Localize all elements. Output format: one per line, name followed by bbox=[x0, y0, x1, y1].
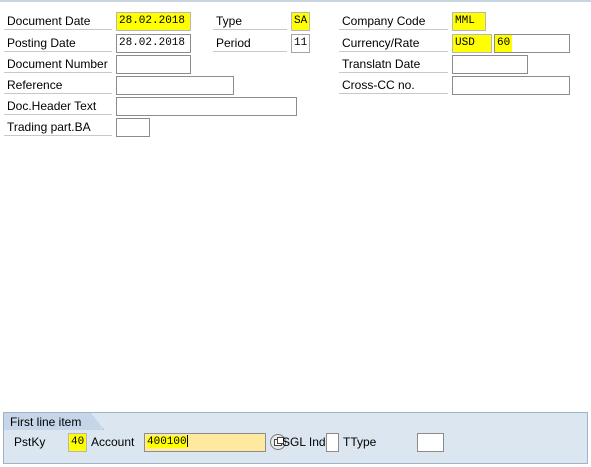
pstky-label: PstKy bbox=[14, 435, 46, 449]
rate-field[interactable]: 60 bbox=[495, 35, 513, 52]
company-code-field[interactable]: MML bbox=[452, 12, 486, 31]
translatn-date-field[interactable] bbox=[452, 55, 528, 74]
first-line-item-title: First line item bbox=[3, 412, 104, 430]
cross-cc-no-field[interactable] bbox=[452, 76, 570, 95]
translatn-date-label: Translatn Date bbox=[339, 56, 448, 73]
posting-date-label: Posting Date bbox=[4, 35, 112, 52]
sgl-ind-label: SGL Ind bbox=[282, 435, 326, 449]
document-number-label: Document Number bbox=[4, 56, 112, 73]
currency-rate-label: Currency/Rate bbox=[339, 35, 448, 52]
pstky-field[interactable]: 40 bbox=[68, 433, 87, 452]
top-border bbox=[0, 0, 591, 2]
text-cursor bbox=[186, 435, 188, 448]
period-label: Period bbox=[213, 35, 287, 52]
document-number-field[interactable] bbox=[116, 55, 191, 74]
currency-field[interactable]: USD bbox=[452, 34, 492, 53]
reference-field[interactable] bbox=[116, 76, 234, 95]
company-code-label: Company Code bbox=[339, 13, 448, 30]
document-date-field[interactable]: 28.02.2018 bbox=[116, 12, 191, 31]
type-label: Type bbox=[213, 13, 287, 30]
account-label: Account bbox=[91, 435, 135, 449]
period-field[interactable]: 11 bbox=[291, 34, 310, 53]
sgl-ind-field[interactable] bbox=[326, 433, 339, 452]
cross-cc-no-label: Cross-CC no. bbox=[339, 77, 448, 94]
rate-field-wrapper[interactable]: 60 bbox=[494, 34, 570, 53]
ttype-label: TType bbox=[343, 435, 377, 449]
account-field[interactable]: 400100 bbox=[144, 433, 266, 452]
trading-part-ba-label: Trading part.BA bbox=[4, 119, 112, 136]
ttype-field[interactable] bbox=[417, 433, 444, 452]
posting-date-field[interactable]: 28.02.2018 bbox=[116, 34, 191, 53]
account-value: 400100 bbox=[147, 436, 187, 448]
doc-header-text-field[interactable] bbox=[116, 97, 297, 116]
type-field[interactable]: SA bbox=[291, 12, 310, 31]
doc-header-text-label: Doc.Header Text bbox=[4, 98, 112, 115]
document-date-label: Document Date bbox=[4, 13, 112, 30]
reference-label: Reference bbox=[4, 77, 112, 94]
trading-part-ba-field[interactable] bbox=[116, 118, 150, 137]
